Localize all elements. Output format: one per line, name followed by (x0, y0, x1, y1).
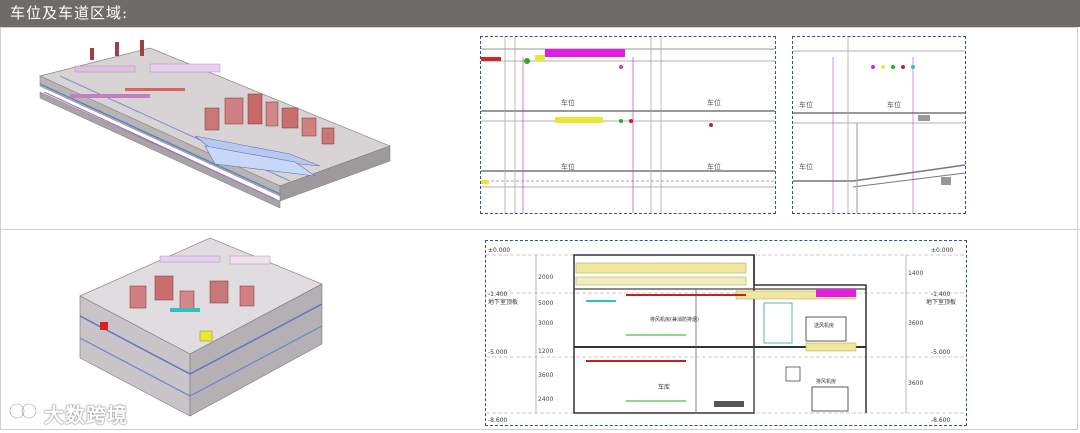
room-label: 送风机房 (814, 322, 834, 329)
level-label: -8.600 (488, 417, 508, 424)
section-header: 车位及车道区域: (0, 0, 1080, 27)
watermark-text: 大数跨境 (44, 402, 128, 427)
level-label: ±0.000 (488, 247, 510, 254)
parking-plan-drawing-a: 车位 车位 车位 车位 (480, 36, 776, 214)
level-label: -8.600 (931, 417, 951, 424)
dimension-label: 3000 (538, 320, 553, 327)
dimension-label: 2400 (538, 396, 553, 403)
level-label: ±0.000 (931, 247, 953, 254)
parking-label: 车位 (887, 100, 901, 109)
level-label: -1.400 (488, 291, 508, 298)
link-logo-icon (8, 400, 38, 426)
parking-label: 车位 (799, 162, 813, 171)
room-label: 排风机房 (816, 378, 836, 385)
dimension-label: 1400 (908, 270, 923, 277)
parking-label: 车位 (799, 100, 813, 109)
level-label: -1.400 (931, 291, 951, 298)
bim-model-3d-top (30, 36, 400, 211)
watermark: 大数跨境 (8, 398, 128, 428)
row-divider (0, 229, 1080, 230)
parking-label: 车位 (707, 162, 721, 171)
dimension-label: 3600 (538, 372, 553, 379)
dimension-label: 2000 (538, 274, 553, 281)
level-label: -5.000 (488, 349, 508, 356)
dimension-label: 5000 (538, 300, 553, 307)
parking-label: 车位 (561, 162, 575, 171)
parking-plan-drawing-b: 车位 车位 车位 (792, 36, 966, 214)
level-label: 地下室顶板 (926, 298, 956, 306)
level-label: 地下室顶板 (488, 298, 518, 306)
room-label: 排风机房(兼消防排烟) (650, 316, 699, 323)
parking-label: 车位 (707, 98, 721, 107)
level-label: -5.000 (931, 349, 951, 356)
parking-label: 车位 (561, 98, 575, 107)
bim-model-3d-bottom (60, 236, 330, 421)
dimension-label: 3600 (908, 380, 923, 387)
section-title: 车位及车道区域: (10, 4, 129, 22)
dimension-label: 1200 (538, 348, 553, 355)
section-elevation-drawing: ±0.000 -1.400 地下室顶板 -5.000 -8.600 ±0.000… (485, 240, 967, 426)
room-label: 车库 (658, 383, 670, 391)
dimension-label: 3600 (908, 320, 923, 327)
